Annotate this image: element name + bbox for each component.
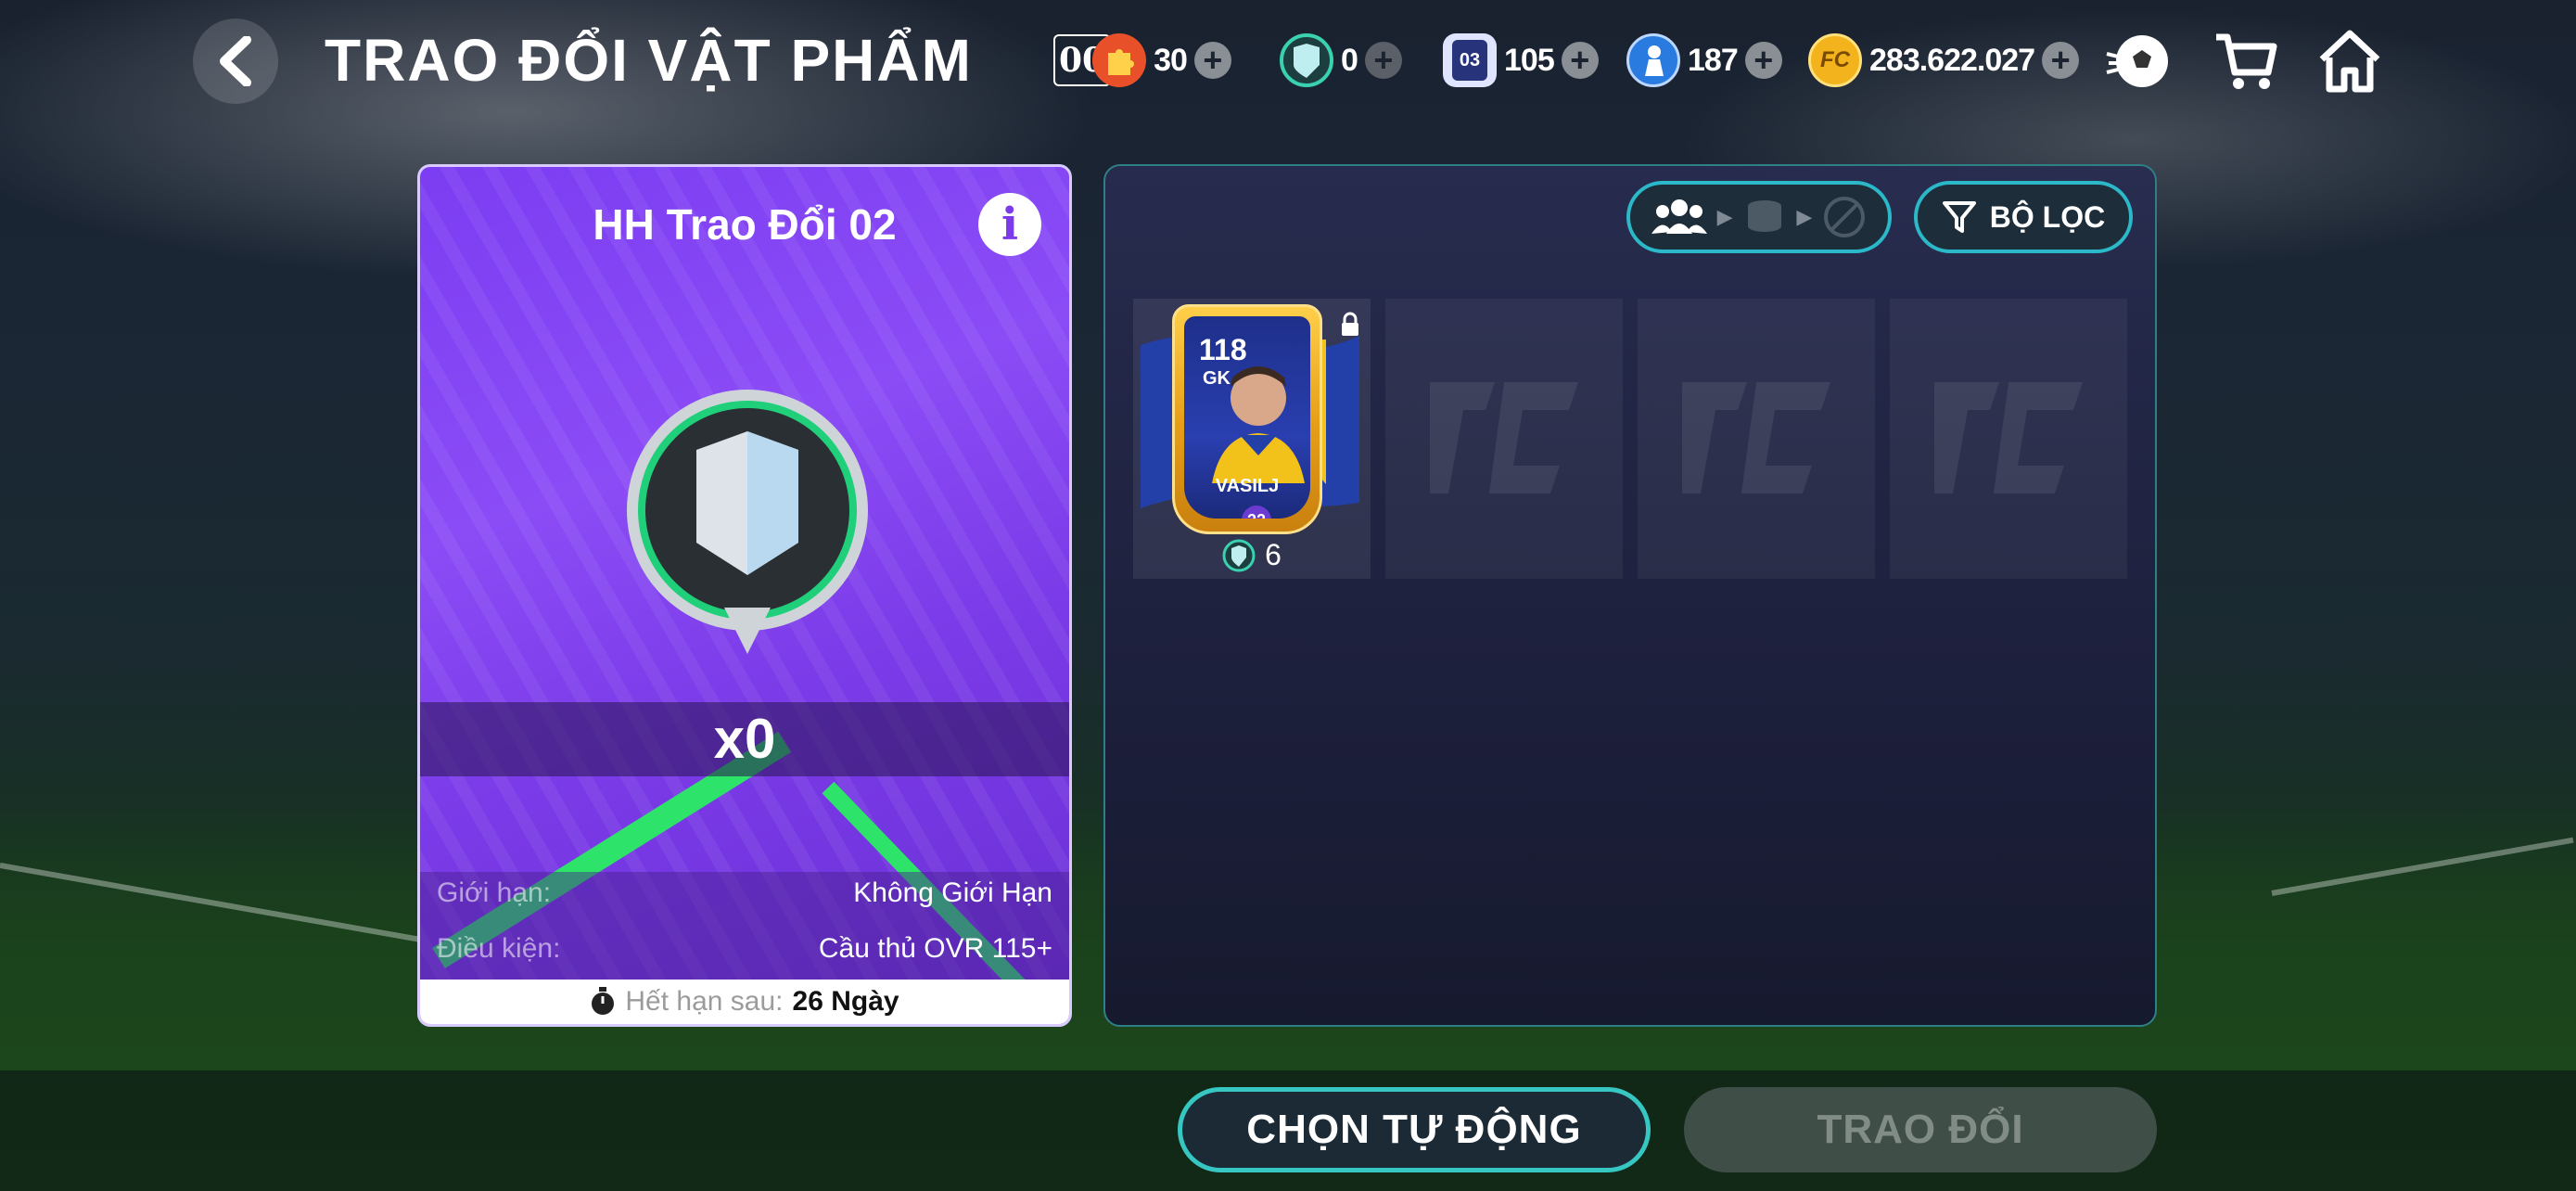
stopwatch-icon: [592, 987, 615, 1015]
currency-player: 187 +: [1626, 28, 1782, 93]
cart-icon[interactable]: [2211, 26, 2281, 96]
card-title: HH Trao Đổi 02: [593, 200, 897, 249]
currency-coins-value: 283.622.027: [1869, 42, 2035, 78]
empty-slot: [1385, 299, 1623, 579]
limit-row: Giới hạn: Không Giới Hạn: [437, 877, 1052, 909]
player-cost-value: 6: [1265, 538, 1282, 571]
expiry-label: Hết hạn sau:: [625, 986, 784, 1017]
add-shield-button[interactable]: +: [1364, 42, 1402, 79]
lock-icon: [1342, 312, 1358, 336]
exchange-item-card: HH Trao Đổi 02 i x0 Giới hạn: Không Giới…: [417, 164, 1072, 1027]
card-03-icon: 03: [1443, 33, 1497, 87]
currency-token-value: 30: [1154, 42, 1188, 78]
currency-coins: FC 283.622.027 +: [1808, 28, 2080, 93]
fc-logo-icon: [1934, 382, 2083, 493]
player-cost: 6: [1133, 538, 1371, 572]
condition-row: Điều kiện: Cầu thủ OVR 115+: [437, 933, 1052, 965]
limit-label: Giới hạn:: [437, 877, 552, 908]
empty-slot: [1638, 299, 1875, 579]
add-token-button[interactable]: +: [1193, 42, 1231, 79]
football-icon[interactable]: [2103, 26, 2174, 96]
add-player-token-button[interactable]: +: [1744, 42, 1782, 79]
home-icon[interactable]: [2315, 26, 2385, 96]
info-icon[interactable]: i: [978, 193, 1041, 256]
fc-logo-icon: [1682, 382, 1830, 493]
arrow-right-icon: ▶: [1716, 205, 1733, 228]
no-coin-icon: [1823, 197, 1865, 237]
condition-value: Cầu thủ OVR 115+: [818, 933, 1052, 964]
puzzle-token-icon: [1092, 33, 1147, 87]
empty-slot: [1890, 299, 2127, 579]
card-info: Giới hạn: Không Giới Hạn Điều kiện: Cầu …: [420, 872, 1069, 983]
limit-value: Không Giới Hạn: [853, 877, 1052, 908]
currency-card: 03 105 +: [1443, 28, 1599, 93]
shield-icon: [1222, 539, 1256, 571]
player-ovr: 118: [1199, 333, 1247, 366]
users-icon: [1651, 199, 1708, 234]
fc-logo-icon: [1430, 382, 1578, 493]
arrow-right-icon: ▶: [1796, 205, 1813, 228]
coins-stack-icon: [1747, 200, 1781, 232]
player-position: GK: [1203, 368, 1231, 389]
filter-icon: [1942, 201, 1976, 233]
shield-icon: [1280, 33, 1333, 87]
player-slot[interactable]: 118 GK VASILJ 22 6: [1133, 299, 1371, 579]
condition-label: Điều kiện:: [437, 933, 561, 964]
currency-shield-value: 0: [1341, 42, 1358, 78]
player-selection-panel: ▶ ▶ BỘ LỌC 118 GK VASILJ 6: [1103, 164, 2157, 1027]
trade-button[interactable]: TRAO ĐỔI: [1684, 1087, 2157, 1172]
item-count: x0: [420, 702, 1069, 776]
shield-badge-icon: [627, 390, 868, 654]
player-card: 118 GK VASILJ 22: [1172, 304, 1322, 534]
season-badge: 22: [1242, 506, 1271, 519]
expiry-value: 26 Ngày: [792, 986, 899, 1017]
player-token-icon: [1626, 33, 1680, 87]
auto-select-button[interactable]: CHỌN TỰ ĐỘNG: [1178, 1087, 1651, 1172]
currency-shield: 0 +: [1280, 28, 1402, 93]
player-name: VASILJ: [1215, 476, 1280, 496]
expiry-bar: Hết hạn sau: 26 Ngày: [420, 980, 1069, 1024]
chevron-left-icon: [220, 36, 251, 86]
back-button[interactable]: [193, 19, 278, 104]
page-title: TRAO ĐỔI VẬT PHẨM: [325, 27, 973, 94]
add-card-button[interactable]: +: [1561, 42, 1599, 79]
sort-options[interactable]: ▶ ▶: [1626, 181, 1892, 253]
currency-token: 00 30 +: [1053, 28, 1231, 93]
add-coins-button[interactable]: +: [2042, 42, 2080, 79]
fc-coin-icon: FC: [1808, 33, 1862, 87]
currency-player-value: 187: [1688, 42, 1739, 78]
currency-card-value: 105: [1504, 42, 1555, 78]
filter-button[interactable]: BỘ LỌC: [1914, 181, 2133, 253]
player-card-inner: 118 GK VASILJ 22: [1184, 316, 1310, 519]
filter-label: BỘ LỌC: [1989, 199, 2106, 234]
